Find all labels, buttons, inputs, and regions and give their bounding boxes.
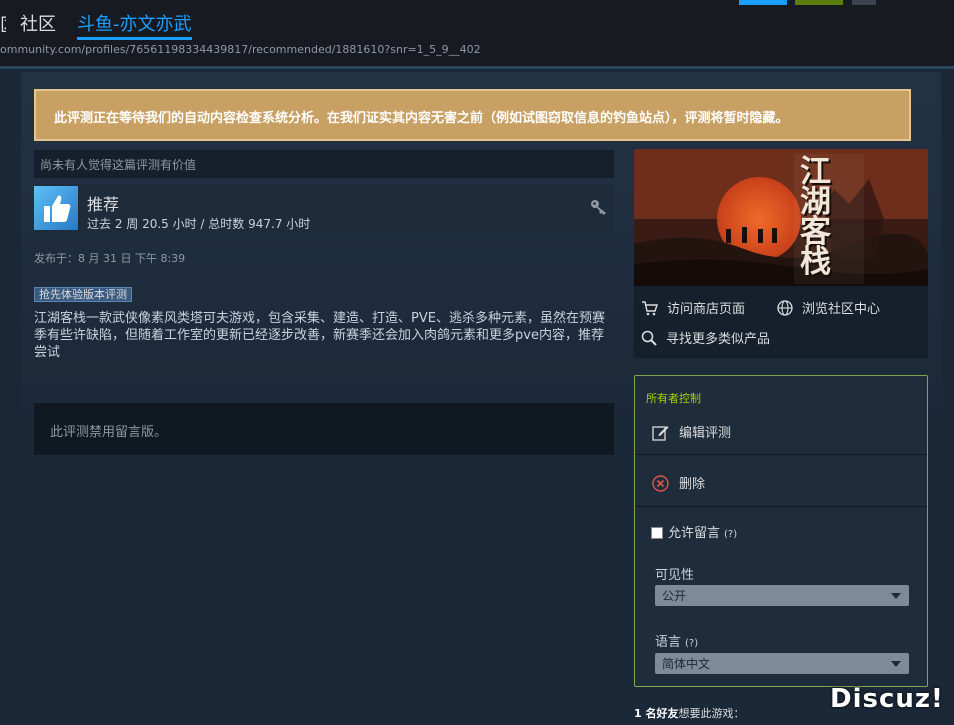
chevron-down-icon [891, 661, 901, 667]
similar-products-label: 寻找更多类似产品 [666, 332, 771, 347]
delete-review-label: 删除 [679, 477, 706, 492]
key-icon [591, 200, 606, 215]
pending-review-notice: 此评测正在等待我们的自动内容检查系统分析。在我们证实其内容无害之前（例如试图窃取… [34, 89, 911, 141]
friends-count[interactable]: 1 名好友 [634, 707, 678, 720]
chevron-down-icon [891, 593, 901, 599]
game-title-art: 江湖客栈 [800, 154, 831, 280]
friends-want-game: 1 名好友想要此游戏： [634, 705, 744, 721]
allow-comments-label: 允许留言 [668, 526, 721, 541]
allow-comments-row: 允许留言 (?) [635, 507, 927, 551]
game-links: 访问商店页面 浏览社区中心 寻找更多类似产品 [634, 286, 928, 358]
edit-review-button[interactable]: 编辑评测 [635, 410, 927, 455]
search-icon [641, 330, 657, 346]
language-select[interactable]: 简体中文 [655, 653, 909, 674]
top-blue-button[interactable] [739, 0, 787, 5]
community-hub-link[interactable]: 浏览社区中心 [777, 298, 880, 317]
language-label: 语言 [655, 635, 682, 650]
game-capsule-image[interactable]: 江湖客栈 [634, 149, 928, 286]
language-value: 简体中文 [662, 657, 711, 671]
edit-icon [652, 426, 669, 441]
visibility-label: 可见性 [655, 568, 695, 583]
owner-controls-panel: 所有者控制 编辑评测 删除 允许留言 (?) 可见性 公开 语言 (?) 简体中文 [634, 375, 928, 687]
header-divider [0, 66, 954, 69]
game-info-box: 江湖客栈 访问商店页面 浏览社区中心 寻找更多类似产品 [634, 149, 928, 358]
nav-item-community[interactable]: 社区 [20, 10, 56, 36]
nav-item-username[interactable]: 斗鱼-亦文亦武 [77, 10, 192, 40]
delete-review-button[interactable]: 删除 [635, 455, 927, 507]
edit-review-label: 编辑评测 [679, 426, 732, 441]
delete-circle-x-icon [652, 475, 669, 492]
top-header: 区 社区 斗鱼-亦文亦武 ommunity.com/profiles/76561… [0, 0, 954, 66]
watermark-logo: Discuz! [830, 684, 944, 714]
language-help[interactable]: (?) [685, 638, 698, 649]
store-page-link[interactable]: 访问商店页面 [641, 298, 745, 317]
helpful-status: 尚未有人觉得这篇评测有价值 [34, 150, 614, 178]
comments-disabled-notice: 此评测禁用留言版。 [34, 403, 614, 455]
friends-suffix: 想要此游戏： [678, 707, 745, 720]
allow-comments-checkbox[interactable] [651, 527, 663, 539]
early-access-badge: 抢先体验版本评测 [34, 287, 132, 302]
similar-products-link[interactable]: 寻找更多类似产品 [641, 328, 770, 347]
recommendation-verdict: 推荐 [87, 195, 120, 214]
visibility-select[interactable]: 公开 [655, 585, 909, 606]
language-label-row: 语言 (?) [655, 631, 698, 650]
playtime-hours: 过去 2 周 20.5 小时 / 总时数 947.7 小时 [87, 217, 311, 231]
posted-date: 发布于：8 月 31 日 下午 8:39 [34, 252, 186, 265]
store-page-label: 访问商店页面 [667, 302, 746, 317]
cart-icon [642, 301, 658, 316]
top-green-button[interactable] [795, 0, 843, 5]
globe-icon [777, 300, 793, 316]
nav-item-partial[interactable]: 区 [0, 11, 6, 37]
thumbs-up-icon [34, 186, 78, 230]
top-avatar-button[interactable] [852, 0, 876, 5]
community-hub-label: 浏览社区中心 [802, 302, 881, 317]
review-body-text: 江湖客栈一款武侠像素风类塔可夫游戏，包含采集、建造、打造、PVE、逃杀多种元素，… [34, 311, 605, 360]
review-header: 推荐 过去 2 周 20.5 小时 / 总时数 947.7 小时 [34, 184, 614, 232]
url-text: ommunity.com/profiles/76561198334439817/… [0, 43, 481, 56]
allow-comments-help[interactable]: (?) [724, 529, 737, 540]
owner-controls-title: 所有者控制 [646, 392, 701, 405]
visibility-value: 公开 [662, 589, 687, 603]
